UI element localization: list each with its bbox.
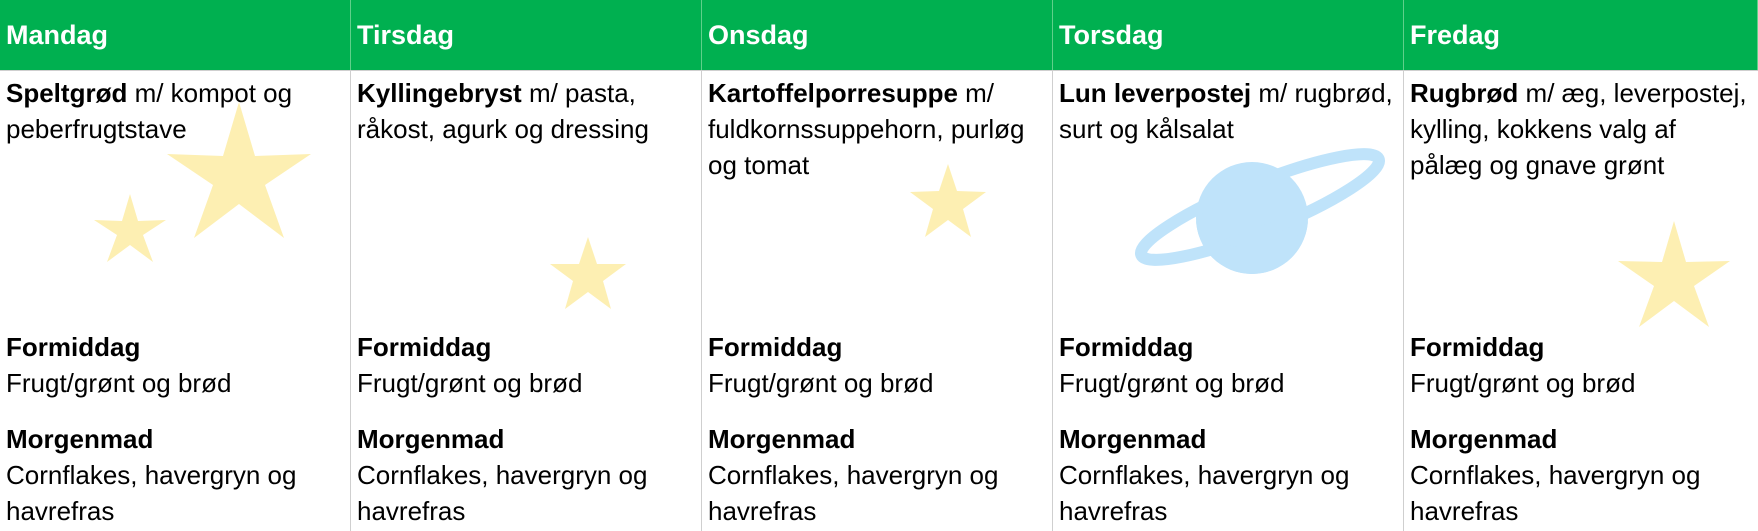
day-cell-monday: Speltgrød m/ kompot og peberfrugtstave F… — [0, 70, 351, 531]
snack-text: Frugt/grønt og brød — [708, 368, 934, 398]
lunch-text: Speltgrød m/ kompot og peberfrugtstave — [6, 78, 293, 144]
day-header-monday: Mandag — [0, 0, 351, 70]
breakfast-text: Cornflakes, havergryn og havrefras — [357, 460, 648, 526]
snack-text: Frugt/grønt og brød — [357, 368, 583, 398]
snack-title: Formiddag — [6, 332, 141, 362]
breakfast-text: Cornflakes, havergryn og havrefras — [1059, 460, 1350, 526]
breakfast-text: Cornflakes, havergryn og havrefras — [6, 460, 297, 526]
day-cell-friday: Rugbrød m/ æg, leverpostej, kylling, kok… — [1404, 70, 1758, 531]
snack-title: Formiddag — [357, 332, 492, 362]
day-header-tuesday: Tirsdag — [351, 0, 702, 70]
breakfast-text: Cornflakes, havergryn og havrefras — [1410, 460, 1701, 526]
weekly-menu-table: Mandag Tirsdag Onsdag Torsdag Fredag Spe… — [0, 0, 1758, 531]
snack-text: Frugt/grønt og brød — [6, 368, 232, 398]
lunch-text: Lun leverpostej m/ rugbrød, surt og kåls… — [1059, 78, 1393, 144]
lunch-text: Kyllingebryst m/ pasta, råkost, agurk og… — [357, 78, 649, 144]
snack-text: Frugt/grønt og brød — [1059, 368, 1285, 398]
breakfast-text: Cornflakes, havergryn og havrefras — [708, 460, 999, 526]
snack-title: Formiddag — [708, 332, 843, 362]
breakfast-title: Morgenmad — [1410, 424, 1558, 454]
day-cell-wednesday: Kartoffelporresuppe m/ fuldkornssuppehor… — [702, 70, 1053, 531]
breakfast-title: Morgenmad — [357, 424, 505, 454]
day-header-friday: Fredag — [1404, 0, 1758, 70]
breakfast-title: Morgenmad — [708, 424, 856, 454]
day-header-thursday: Torsdag — [1053, 0, 1404, 70]
breakfast-title: Morgenmad — [1059, 424, 1207, 454]
day-cell-thursday: Lun leverpostej m/ rugbrød, surt og kåls… — [1053, 70, 1404, 531]
day-header-wednesday: Onsdag — [702, 0, 1053, 70]
snack-text: Frugt/grønt og brød — [1410, 368, 1636, 398]
breakfast-title: Morgenmad — [6, 424, 154, 454]
lunch-text: Kartoffelporresuppe m/ fuldkornssuppehor… — [708, 78, 1025, 180]
lunch-text: Rugbrød m/ æg, leverpostej, kylling, kok… — [1410, 78, 1747, 180]
day-cell-tuesday: Kyllingebryst m/ pasta, råkost, agurk og… — [351, 70, 702, 531]
snack-title: Formiddag — [1059, 332, 1194, 362]
snack-title: Formiddag — [1410, 332, 1545, 362]
